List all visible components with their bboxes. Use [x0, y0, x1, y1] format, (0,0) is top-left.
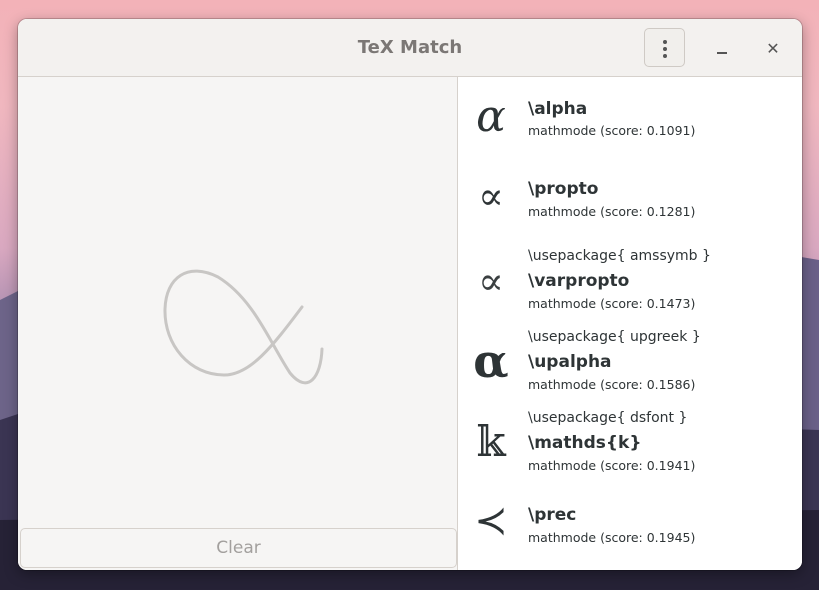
result-command: \varpropto [528, 271, 630, 291]
symbol-preview: ∝ [478, 174, 504, 218]
result-package: \usepackage{ upgreek } [528, 329, 701, 345]
result-row[interactable]: ≺ \prec mathmode (score: 0.1945) [458, 482, 802, 562]
result-row[interactable]: 𝕜 \usepackage{ dsfont } \mathds{k} mathm… [458, 401, 802, 481]
result-row[interactable]: α \usepackage{ upgreek } \upalpha mathmo… [458, 320, 802, 400]
results-list: α \alpha mathmode (score: 0.1091) ∝ \pro… [458, 77, 802, 570]
symbol-preview: ≺ [474, 498, 508, 544]
result-command: \upalpha [528, 352, 612, 372]
main-menu-button[interactable] [644, 28, 685, 67]
close-icon: ✕ [766, 39, 780, 58]
symbol-preview: 𝕜 [476, 417, 506, 466]
result-row[interactable]: α \alpha mathmode (score: 0.1091) [458, 77, 802, 157]
handwritten-stroke [163, 269, 324, 385]
result-row[interactable]: ∝ \propto mathmode (score: 0.1281) [458, 158, 802, 238]
result-mode: mathmode (score: 0.1941) [528, 458, 696, 473]
symbol-preview: ∝ [478, 259, 504, 303]
result-mode: mathmode (score: 0.1945) [528, 530, 696, 545]
symbol-preview: α [473, 334, 509, 388]
app-window: TeX Match ✕ Clear α \alpha mathmode (sco… [18, 19, 802, 570]
minimize-icon [717, 52, 727, 54]
result-mode: mathmode (score: 0.1281) [528, 204, 696, 219]
clear-button[interactable]: Clear [20, 528, 457, 568]
result-mode: mathmode (score: 0.1091) [528, 123, 696, 138]
drawing-canvas[interactable]: Clear [18, 77, 458, 570]
minimize-button[interactable] [711, 37, 735, 61]
close-button[interactable]: ✕ [761, 37, 785, 61]
header-bar: TeX Match ✕ [18, 19, 802, 77]
result-command: \mathds{k} [528, 433, 642, 453]
result-package: \usepackage{ amssymb } [528, 248, 711, 264]
result-command: \alpha [528, 99, 588, 119]
result-command: \prec [528, 505, 577, 525]
result-package: \usepackage{ dsfont } [528, 410, 688, 426]
result-mode: mathmode (score: 0.1586) [528, 377, 696, 392]
result-mode: mathmode (score: 0.1473) [528, 296, 696, 311]
result-command: \propto [528, 179, 599, 199]
symbol-preview: α [476, 91, 506, 142]
result-row[interactable]: ∝ \usepackage{ amssymb } \varpropto math… [458, 239, 802, 319]
